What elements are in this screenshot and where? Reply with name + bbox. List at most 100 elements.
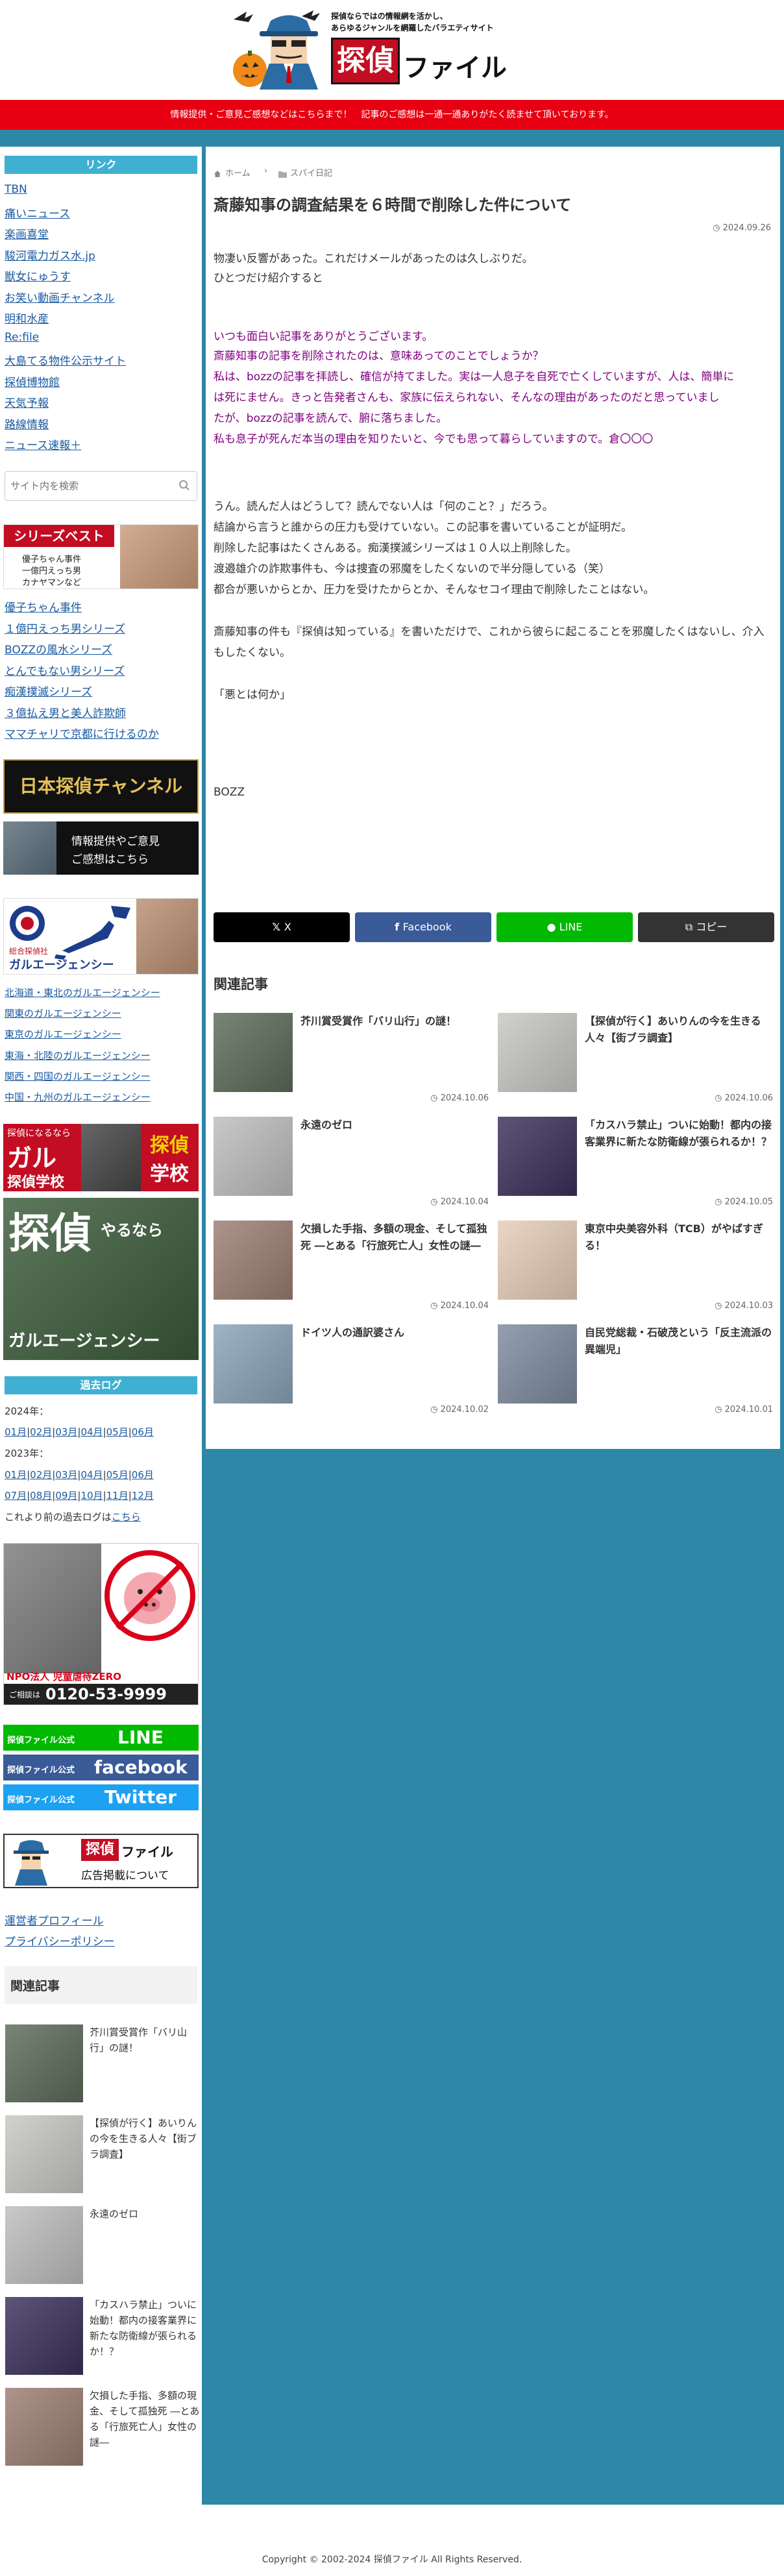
archive-month-link[interactable]: 05月 (106, 1469, 129, 1481)
related-article-card[interactable]: 【探偵が行く】あいりんの今を生きる人々【街ブラ調査】 ◷ 2024.10.06 (498, 1013, 777, 1113)
series-link[interactable]: 痴漢撲滅シリーズ (5, 683, 92, 699)
archive-month-link[interactable]: 01月 (5, 1469, 27, 1481)
sidebar-link[interactable]: 楽画喜堂 (5, 225, 49, 241)
series-best-line2: 一億円えっち男 (22, 566, 82, 576)
archive-month-link[interactable]: 10月 (80, 1490, 103, 1501)
sidebar-link[interactable]: お笑い動画チャンネル (5, 289, 115, 305)
tantei-banner-line1: 探偵 (8, 1210, 92, 1258)
related-article-card[interactable]: 「カスハラ禁止」ついに始動！都内の接客業界に新たな防衛線が張られるか！？ ◷ 2… (498, 1117, 777, 1217)
archive-month-link[interactable]: 03月 (55, 1469, 77, 1481)
archive-more-link[interactable]: こちら (112, 1511, 141, 1523)
series-link[interactable]: ３億払え男と美人詐欺師 (5, 704, 126, 720)
archive-month-link[interactable]: 02月 (30, 1426, 52, 1438)
archive-month-link[interactable]: 01月 (5, 1426, 27, 1438)
sidebar-related-item[interactable]: 永遠のゼロ (5, 2206, 200, 2284)
archive-month-link[interactable]: 07月 (5, 1490, 27, 1501)
archive-month-link[interactable]: 08月 (30, 1490, 52, 1501)
share-facebook-button[interactable]: f Facebook (355, 912, 491, 942)
sns-facebook-banner[interactable]: 探偵ファイル公式 facebook (3, 1755, 199, 1780)
archive-month-link[interactable]: 05月 (106, 1426, 129, 1438)
sidebar-link[interactable]: 獣女にゅうす (5, 267, 71, 284)
npo-child-abuse-zero-banner[interactable]: NPO法人 児童虐待ZERO ご相談は 0120-53-9999 (3, 1543, 199, 1705)
sidebar-link[interactable]: 明和水産 (5, 310, 49, 326)
breadcrumb-home[interactable]: ホーム (225, 166, 251, 178)
related-title: 自民党総裁・石破茂という「反主流派の異端児」 (585, 1326, 772, 1355)
share-x-button[interactable]: 𝕏 X (214, 912, 350, 942)
sidebar-link[interactable]: 大島てる物件公示サイト (5, 352, 126, 368)
related-title: 永遠のゼロ (300, 1119, 353, 1131)
region-link[interactable]: 東京のガルエージェンシー (5, 1027, 121, 1041)
sidebar-link[interactable]: 天気予報 (5, 394, 49, 410)
archive-heading: 過去ログ (5, 1376, 197, 1394)
archive-month-link[interactable]: 03月 (55, 1426, 77, 1438)
series-link[interactable]: ママチャリで京都に行けるのか (5, 725, 159, 741)
sidebar-link[interactable]: 痛いニュース (5, 204, 70, 221)
series-best-banner[interactable]: シリーズベスト 優子ちゃん事件 一億円えっち男 カナヤマンなど (3, 524, 199, 589)
japan-map-icon (55, 906, 130, 960)
region-link[interactable]: 中国・九州のガルエージェンシー (5, 1090, 151, 1104)
related-article-card[interactable]: 東京中央美容外科（TCB）がやばすぎる！ ◷ 2024.10.03 (498, 1221, 777, 1321)
search-icon[interactable] (178, 480, 190, 491)
sidebar-link[interactable]: 路線情報 (5, 415, 49, 431)
archive-month-link[interactable]: 04月 (80, 1426, 103, 1438)
ad-placement-banner[interactable]: 探偵 ファイル 広告掲載について (3, 1834, 199, 1888)
sidebar-related-item[interactable]: 「カスハラ禁止」ついに始動！都内の接客業界に新たな防衛線が張られるか！？ (5, 2297, 200, 2375)
archive-month-link[interactable]: 11月 (106, 1490, 129, 1501)
sidebar-link[interactable]: 探偵博物館 (5, 373, 60, 389)
region-link[interactable]: 北海道・東北のガルエージェンシー (5, 986, 160, 999)
share-line-button[interactable]: ● LINE (496, 912, 633, 942)
info-submission-banner[interactable]: 情報提供やご意見 ご感想はこちら (3, 821, 199, 875)
series-link[interactable]: とんでもない男シリーズ (5, 662, 125, 678)
article-paragraph: 「悪とは何か」 (214, 688, 291, 701)
region-link[interactable]: 東海・北陸のガルエージェンシー (5, 1049, 151, 1062)
archive-month-link[interactable]: 06月 (132, 1469, 154, 1481)
search-input[interactable] (10, 477, 166, 495)
related-article-card[interactable]: 欠損した手指、多額の現金、そして孤独死 ―とある「行旅死亡人」女性の謎― ◷ 2… (214, 1221, 493, 1321)
region-link[interactable]: 関西・四国のガルエージェンシー (5, 1069, 151, 1083)
privacy-policy-link[interactable]: プライバシーポリシー (5, 1932, 115, 1949)
archive-month-link[interactable]: 02月 (30, 1469, 52, 1481)
region-link[interactable]: 関東のガルエージェンシー (5, 1006, 121, 1020)
sidebar-related-item[interactable]: 欠損した手指、多額の現金、そして孤独死 ―とある「行旅死亡人」女性の謎― (5, 2388, 200, 2466)
tantei-yarunara-banner[interactable]: 探偵 やるなら ガルエージェンシー (3, 1198, 199, 1360)
related-article-card[interactable]: 自民党総裁・石破茂という「反主流派の異端児」 ◷ 2024.10.01 (498, 1324, 777, 1425)
related-title: 「カスハラ禁止」ついに始動！都内の接客業界に新たな防衛線が張られるか！？ (585, 1119, 772, 1148)
related-thumbnail (214, 1221, 293, 1300)
series-link[interactable]: １億円えっち男シリーズ (5, 620, 125, 636)
folder-icon (278, 168, 287, 178)
sidebar-related-item[interactable]: 芥川賞受賞作「バリ山行」の謎！ (5, 2024, 200, 2102)
archive-month-link[interactable]: 04月 (80, 1469, 103, 1481)
archive-month-link[interactable]: 06月 (132, 1426, 154, 1438)
related-title: ドイツ人の通訳婆さん (300, 1326, 405, 1339)
breadcrumb-category[interactable]: スパイ日記 (290, 166, 332, 178)
gal-school-banner[interactable]: 探偵になるなら ガル 探偵学校 探偵 学校 (3, 1124, 199, 1191)
sns-line-banner[interactable]: 探偵ファイル公式 LINE (3, 1725, 199, 1751)
operator-profile-link[interactable]: 運営者プロフィール (5, 1912, 104, 1928)
line-icon: ● (546, 921, 559, 933)
series-link[interactable]: BOZZの風水シリーズ (5, 640, 112, 657)
gal-agency-label: 総合探偵社 (9, 947, 49, 956)
sns-twitter-banner[interactable]: 探偵ファイル公式 Twitter (3, 1784, 199, 1810)
breadcrumb-separator-icon: › (264, 166, 268, 176)
archive-month-link[interactable]: 09月 (55, 1490, 77, 1501)
related-article-card[interactable]: 永遠のゼロ ◷ 2024.10.04 (214, 1117, 493, 1217)
site-logo[interactable]: 探偵ならではの情報網を活かし、 あらゆるジャンルを網羅したバラエティサイト 探偵… (230, 6, 552, 90)
sidebar-link[interactable]: 駿河電力ガス水.jp (5, 247, 95, 263)
related-article-card[interactable]: 芥川賞受賞作「バリ山行」の謎！ ◷ 2024.10.06 (214, 1013, 493, 1113)
npo-banner-photo (4, 1544, 101, 1673)
notice-bar[interactable]: 情報提供・ご意見ご感想などはこちらまで！ 記事のご感想は一通一通ありがたく読ませ… (0, 100, 784, 130)
line-logo-text: LINE (117, 1727, 164, 1748)
series-link[interactable]: 優子ちゃん事件 (5, 598, 82, 614)
article-date-text: 2024.09.26 (722, 223, 771, 233)
sidebar-link[interactable]: TBN (5, 183, 27, 196)
related-thumbnail (5, 2297, 83, 2375)
related-title: 【探偵が行く】あいりんの今を生きる人々【街ブラ調査】 (90, 2117, 197, 2160)
related-article-card[interactable]: ドイツ人の通訳婆さん ◷ 2024.10.02 (214, 1324, 493, 1425)
sidebar-link[interactable]: Re:file (5, 331, 39, 344)
sidebar-link[interactable]: ニュース速報＋ (5, 436, 81, 452)
gal-agency-banner[interactable]: 総合探偵社 ガルエージェンシー (3, 898, 199, 975)
nihon-tantei-channel-banner[interactable]: 日本探偵チャンネル (3, 759, 199, 814)
archive-month-link[interactable]: 12月 (132, 1490, 154, 1501)
share-copy-button[interactable]: ⧉ コピー (638, 912, 774, 942)
sidebar-related-item[interactable]: 【探偵が行く】あいりんの今を生きる人々【街ブラ調査】 (5, 2115, 200, 2193)
